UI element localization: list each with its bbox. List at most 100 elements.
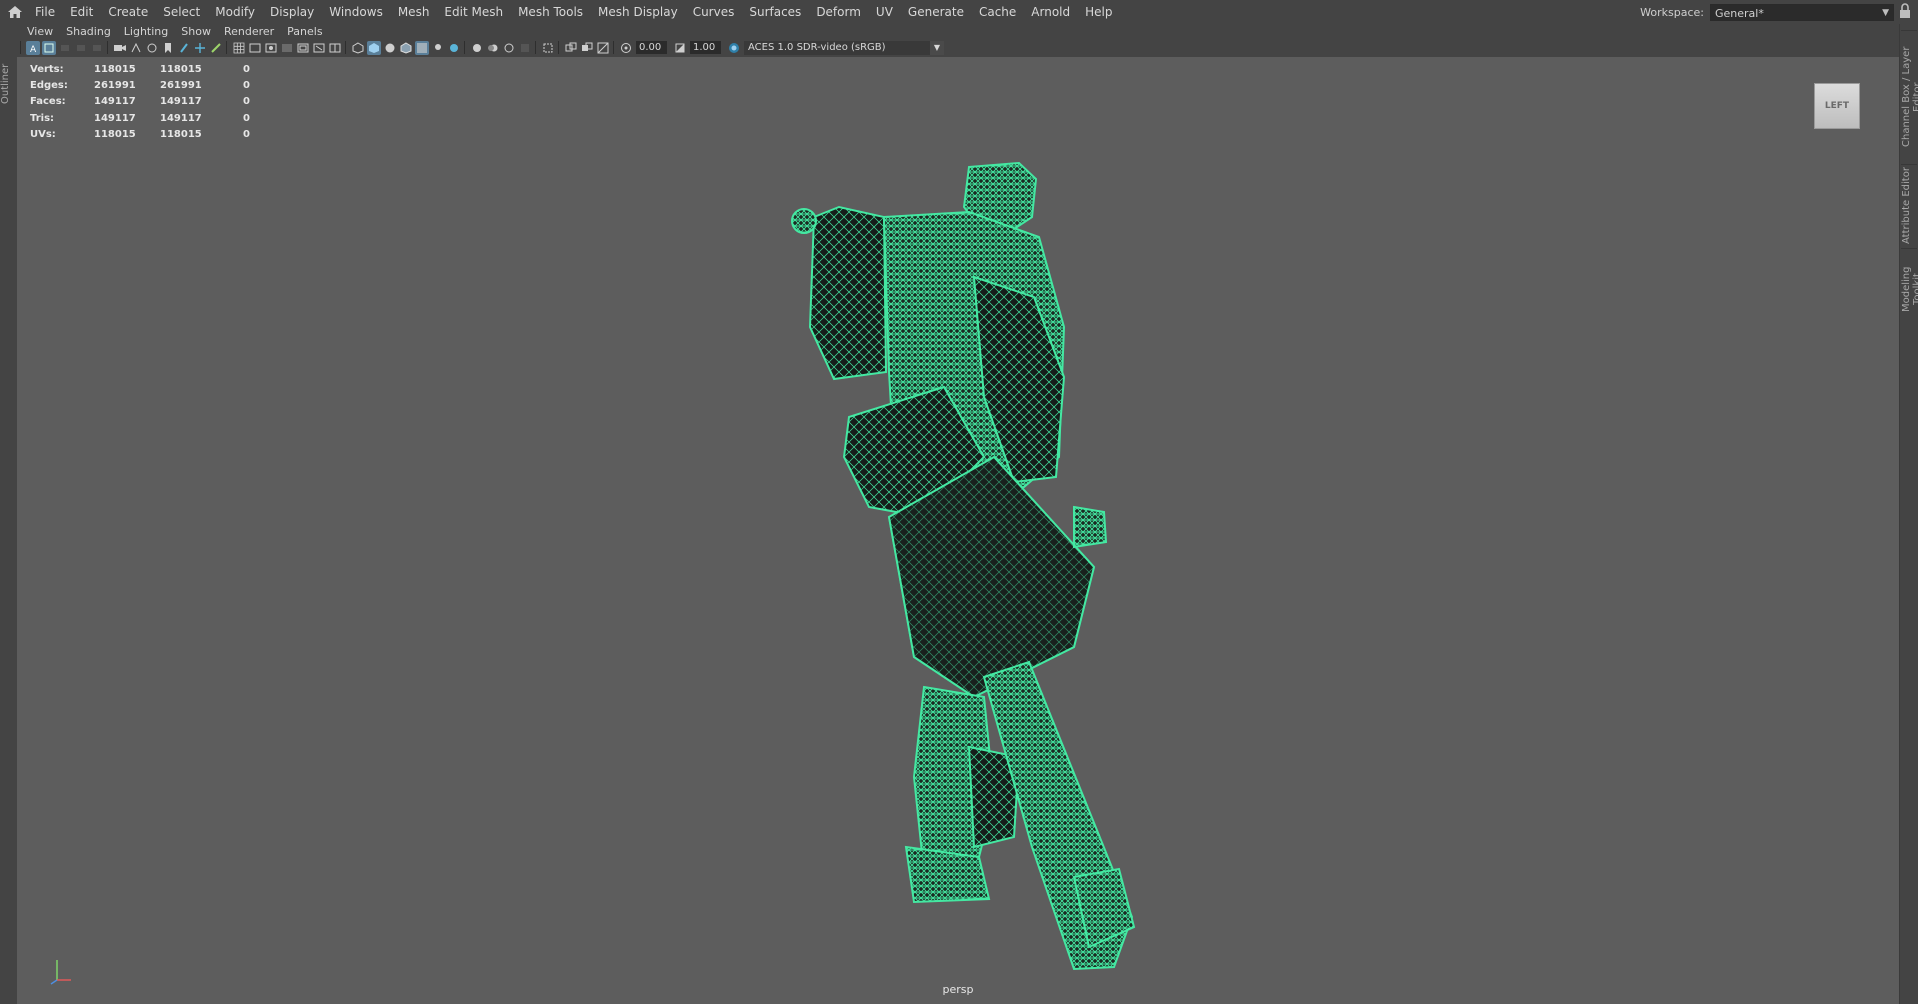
backface-culling-icon[interactable]	[596, 41, 610, 55]
color-management-dropdown[interactable]: ACES 1.0 SDR-video (sRGB) ▼	[744, 40, 944, 55]
field-chart-icon[interactable]	[296, 41, 310, 55]
menu-deform[interactable]: Deform	[816, 5, 861, 19]
xray-active-icon[interactable]	[580, 41, 594, 55]
menu-modify[interactable]: Modify	[215, 5, 255, 19]
gate-mask-icon[interactable]	[280, 41, 294, 55]
3d-viewport[interactable]: Verts: 118015 118015 0 Edges: 261991 261…	[17, 57, 1899, 1004]
hud-label: Faces:	[30, 96, 66, 108]
chevron-down-icon: ▼	[930, 40, 944, 55]
panel-menu-shading[interactable]: Shading	[66, 25, 111, 38]
hud-row-uvs: UVs: 118015 118015 0	[30, 126, 250, 142]
lock-icon[interactable]	[1898, 3, 1912, 19]
menu-surfaces[interactable]: Surfaces	[749, 5, 801, 19]
home-icon[interactable]	[3, 0, 27, 24]
camera-attributes-icon[interactable]	[58, 41, 72, 55]
panel-menu-panels[interactable]: Panels	[287, 25, 322, 38]
hud-row-tris: Tris: 149117 149117 0	[30, 110, 250, 126]
panel-menu-renderer[interactable]: Renderer	[224, 25, 274, 38]
wireframe-icon[interactable]	[351, 41, 365, 55]
svg-text:A: A	[30, 45, 37, 53]
tab-modeling-toolkit[interactable]: Modeling Toolkit	[1901, 248, 1918, 329]
panel-menu-show[interactable]: Show	[181, 25, 211, 38]
motion-blur-icon[interactable]	[486, 41, 500, 55]
menu-arnold[interactable]: Arnold	[1031, 5, 1070, 19]
safe-action-icon[interactable]	[312, 41, 326, 55]
image-plane-icon[interactable]	[90, 41, 104, 55]
menu-edit[interactable]: Edit	[70, 5, 93, 19]
tab-channel-box[interactable]: Channel Box / Layer Editor	[1901, 30, 1918, 163]
color-management-icon[interactable]	[727, 41, 741, 55]
exposure-field[interactable]: 0.00	[636, 41, 667, 54]
grease-pencil-icon[interactable]	[145, 41, 159, 55]
menu-select[interactable]: Select	[163, 5, 200, 19]
safe-title-icon[interactable]	[328, 41, 342, 55]
menu-generate[interactable]: Generate	[908, 5, 964, 19]
two-d-pan-zoom-icon[interactable]	[129, 41, 143, 55]
chevron-down-icon: ▼	[1882, 7, 1889, 18]
xray-icon[interactable]	[415, 40, 429, 55]
move-tool-icon[interactable]	[193, 41, 207, 55]
depth-of-field-icon[interactable]	[518, 41, 532, 55]
hud-row-edges: Edges: 261991 261991 0	[30, 77, 250, 93]
separator	[613, 41, 614, 54]
wireframe-character-mesh[interactable]	[774, 157, 1194, 1004]
anti-aliasing-icon[interactable]	[502, 41, 516, 55]
tab-attribute-editor[interactable]: Attribute Editor	[1901, 164, 1917, 247]
separator	[20, 41, 21, 54]
hud-value: 118015	[94, 128, 136, 140]
menu-mesh-tools[interactable]: Mesh Tools	[518, 5, 583, 19]
camera-icon[interactable]	[113, 41, 127, 55]
snap-icon[interactable]	[177, 41, 191, 55]
menu-help[interactable]: Help	[1085, 5, 1112, 19]
menu-cache[interactable]: Cache	[979, 5, 1016, 19]
panel-menu-lighting[interactable]: Lighting	[124, 25, 168, 38]
use-default-material-icon[interactable]	[383, 41, 397, 55]
resolution-gate-icon[interactable]	[264, 41, 278, 55]
shadows-icon[interactable]	[447, 41, 461, 55]
isolate-select-icon[interactable]	[541, 41, 555, 55]
menu-create[interactable]: Create	[108, 5, 148, 19]
hud-label: Verts:	[30, 63, 64, 75]
hud-value: 118015	[94, 63, 136, 75]
menu-edit-mesh[interactable]: Edit Mesh	[444, 5, 503, 19]
lock-camera-icon[interactable]	[42, 40, 56, 55]
menu-uv[interactable]: UV	[876, 5, 893, 19]
separator	[558, 41, 559, 54]
gamma-field[interactable]: 1.00	[690, 41, 721, 54]
bookmarks-icon[interactable]	[74, 41, 88, 55]
separator	[226, 41, 227, 54]
bookmark-icon[interactable]	[161, 41, 175, 55]
smooth-shade-icon[interactable]	[367, 40, 381, 55]
menu-mesh[interactable]: Mesh	[398, 5, 430, 19]
color-management-value: ACES 1.0 SDR-video (sRGB)	[748, 41, 886, 53]
hud-value: 118015	[160, 63, 202, 75]
workspace-dropdown[interactable]: General* ▼	[1710, 3, 1894, 21]
hud-value: 261991	[94, 79, 136, 91]
tab-outliner[interactable]: Outliner	[0, 54, 16, 114]
wireframe-on-shaded-icon[interactable]	[399, 41, 413, 55]
menu-file[interactable]: File	[35, 5, 55, 19]
workspace-label: Workspace:	[1640, 5, 1704, 19]
menu-mesh-display[interactable]: Mesh Display	[598, 5, 678, 19]
film-gate-icon[interactable]	[248, 41, 262, 55]
separator	[464, 41, 465, 54]
panel-menu-bar: View Shading Lighting Show Renderer Pane…	[17, 24, 1899, 38]
view-cube[interactable]: LEFT	[1814, 83, 1860, 129]
gamma-icon[interactable]	[673, 41, 687, 55]
exposure-icon[interactable]	[619, 41, 633, 55]
screen-space-ao-icon[interactable]	[470, 41, 484, 55]
lights-icon[interactable]	[431, 41, 445, 55]
xray-joints-icon[interactable]	[564, 41, 578, 55]
camera-name-label: persp	[942, 983, 974, 996]
paint-icon[interactable]	[209, 41, 223, 55]
hud-value: 149117	[94, 112, 136, 124]
select-camera-icon[interactable]: A	[26, 40, 40, 55]
menu-windows[interactable]: Windows	[329, 5, 383, 19]
panel-menu-view[interactable]: View	[27, 25, 53, 38]
menu-curves[interactable]: Curves	[693, 5, 735, 19]
separator	[345, 41, 346, 54]
hud-value: 0	[243, 112, 250, 124]
grid-icon[interactable]	[232, 41, 246, 55]
hud-value: 0	[243, 79, 250, 91]
menu-display[interactable]: Display	[270, 5, 314, 19]
